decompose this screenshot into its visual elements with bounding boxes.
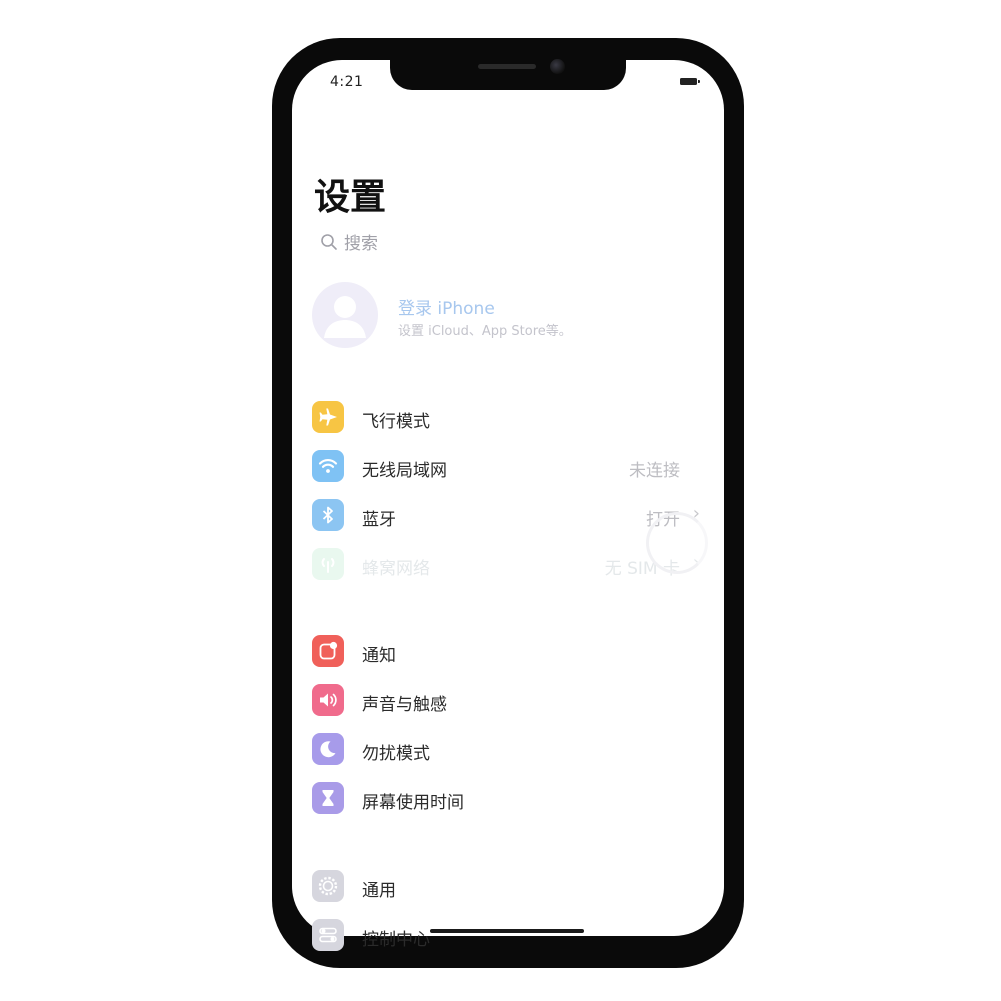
settings-item-label: 勿扰模式 (362, 744, 430, 764)
settings-item-bluetooth[interactable]: 蓝牙 打开 › (312, 497, 706, 533)
status-time: 4:21 (330, 74, 364, 90)
antenna-icon (312, 548, 344, 580)
bluetooth-icon (312, 499, 344, 531)
search-placeholder: 搜索 (344, 234, 378, 254)
signin-subtitle: 设置 iCloud、App Store等。 (398, 324, 572, 339)
hourglass-icon (312, 782, 344, 814)
settings-item-label: 蜂窝网络 (362, 559, 430, 579)
person-icon (324, 296, 366, 338)
notch (390, 56, 626, 90)
settings-item-label: 蓝牙 (362, 510, 396, 530)
settings-item-label: 通知 (362, 646, 396, 666)
battery-icon (680, 78, 700, 85)
earpiece-speaker (478, 64, 536, 69)
front-camera (550, 59, 565, 74)
speaker-icon (312, 684, 344, 716)
notification-icon (312, 635, 344, 667)
home-indicator[interactable] (430, 929, 584, 933)
settings-item-label: 无线局域网 (362, 461, 447, 481)
settings-item-control-center[interactable]: 控制中心 (312, 917, 706, 953)
settings-item-general[interactable]: 通用 (312, 868, 706, 904)
wifi-status: 未连接 (629, 461, 680, 481)
page-title: 设置 (314, 177, 387, 218)
settings-item-do-not-disturb[interactable]: 勿扰模式 (312, 731, 706, 767)
settings-item-notifications[interactable]: 通知 (312, 633, 706, 669)
settings-item-label: 通用 (362, 881, 396, 901)
avatar (312, 282, 378, 348)
settings-item-screen-time[interactable]: 屏幕使用时间 (312, 780, 706, 816)
moon-icon (312, 733, 344, 765)
settings-item-label: 控制中心 (362, 930, 430, 950)
signin-title: 登录 iPhone (398, 299, 495, 319)
settings-item-label: 飞行模式 (362, 412, 430, 432)
search-icon (321, 233, 337, 250)
settings-item-wifi[interactable]: 无线局域网 未连接 (312, 448, 706, 484)
airplane-icon (312, 401, 344, 433)
search-field[interactable]: 搜索 (320, 229, 378, 254)
wifi-icon (312, 450, 344, 482)
settings-item-label: 声音与触感 (362, 695, 447, 715)
loading-spinner (646, 512, 708, 574)
gear-icon (312, 870, 344, 902)
settings-item-label: 屏幕使用时间 (362, 793, 464, 813)
settings-item-sounds[interactable]: 声音与触感 (312, 682, 706, 718)
toggles-icon (312, 919, 344, 951)
settings-item-airplane-mode[interactable]: 飞行模式 (312, 399, 706, 435)
